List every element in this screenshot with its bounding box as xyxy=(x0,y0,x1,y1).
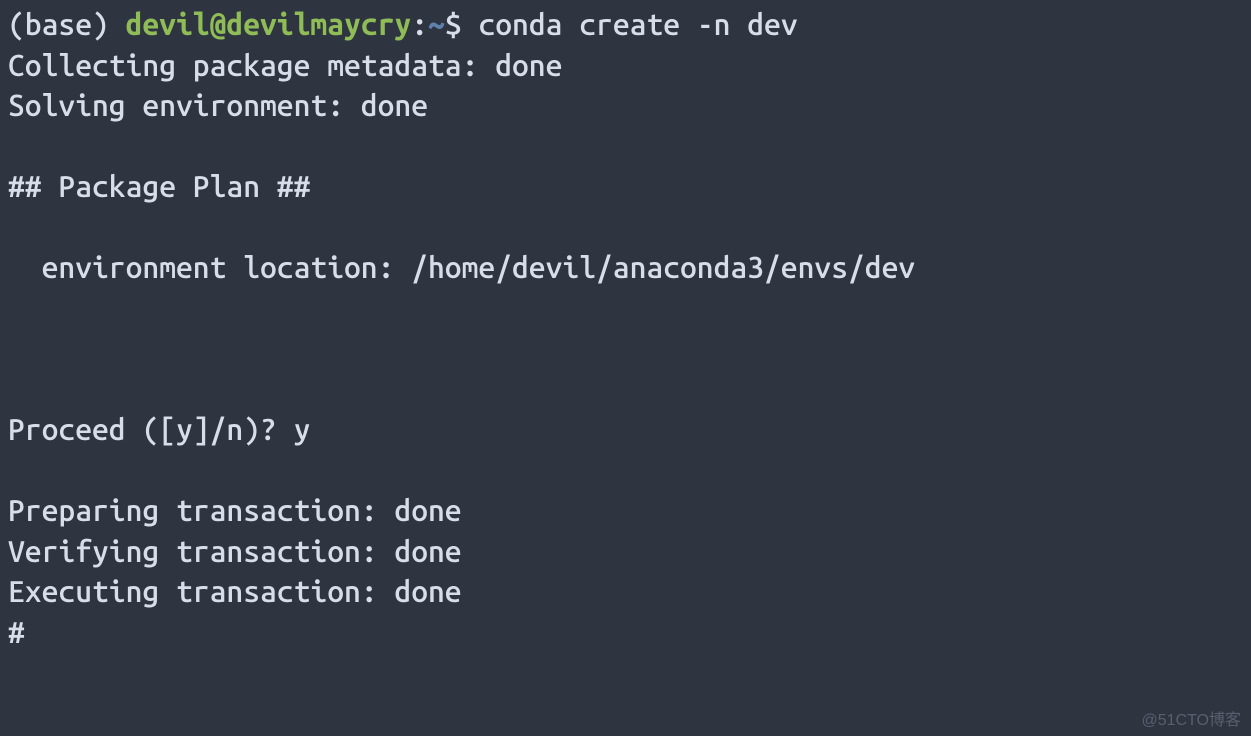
verifying-transaction: Verifying transaction: done xyxy=(8,531,1243,572)
blank-line xyxy=(8,126,1243,167)
blank-line xyxy=(8,369,1243,410)
prompt-line[interactable]: (base) devil@devilmaycry:~$ conda create… xyxy=(8,4,1243,45)
colon: : xyxy=(411,7,428,41)
tilde: ~ xyxy=(428,7,445,41)
blank-line xyxy=(8,207,1243,248)
preparing-transaction: Preparing transaction: done xyxy=(8,490,1243,531)
blank-line xyxy=(8,328,1243,369)
output-solving: Solving environment: done xyxy=(8,85,1243,126)
blank-line xyxy=(8,450,1243,491)
blank-line xyxy=(8,288,1243,329)
executing-transaction: Executing transaction: done xyxy=(8,571,1243,612)
env-prefix: (base) xyxy=(8,7,126,41)
hash-line: # xyxy=(8,612,1243,653)
command-text: conda create -n dev xyxy=(478,7,797,41)
package-plan-header: ## Package Plan ## xyxy=(8,166,1243,207)
proceed-prompt: Proceed ([y]/n)? y xyxy=(8,409,1243,450)
env-location: environment location: /home/devil/anacon… xyxy=(8,247,1243,288)
watermark: @51CTO博客 xyxy=(1141,710,1241,732)
output-collecting: Collecting package metadata: done xyxy=(8,45,1243,86)
dollar: $ xyxy=(445,7,479,41)
user-host: devil@devilmaycry xyxy=(126,7,412,41)
